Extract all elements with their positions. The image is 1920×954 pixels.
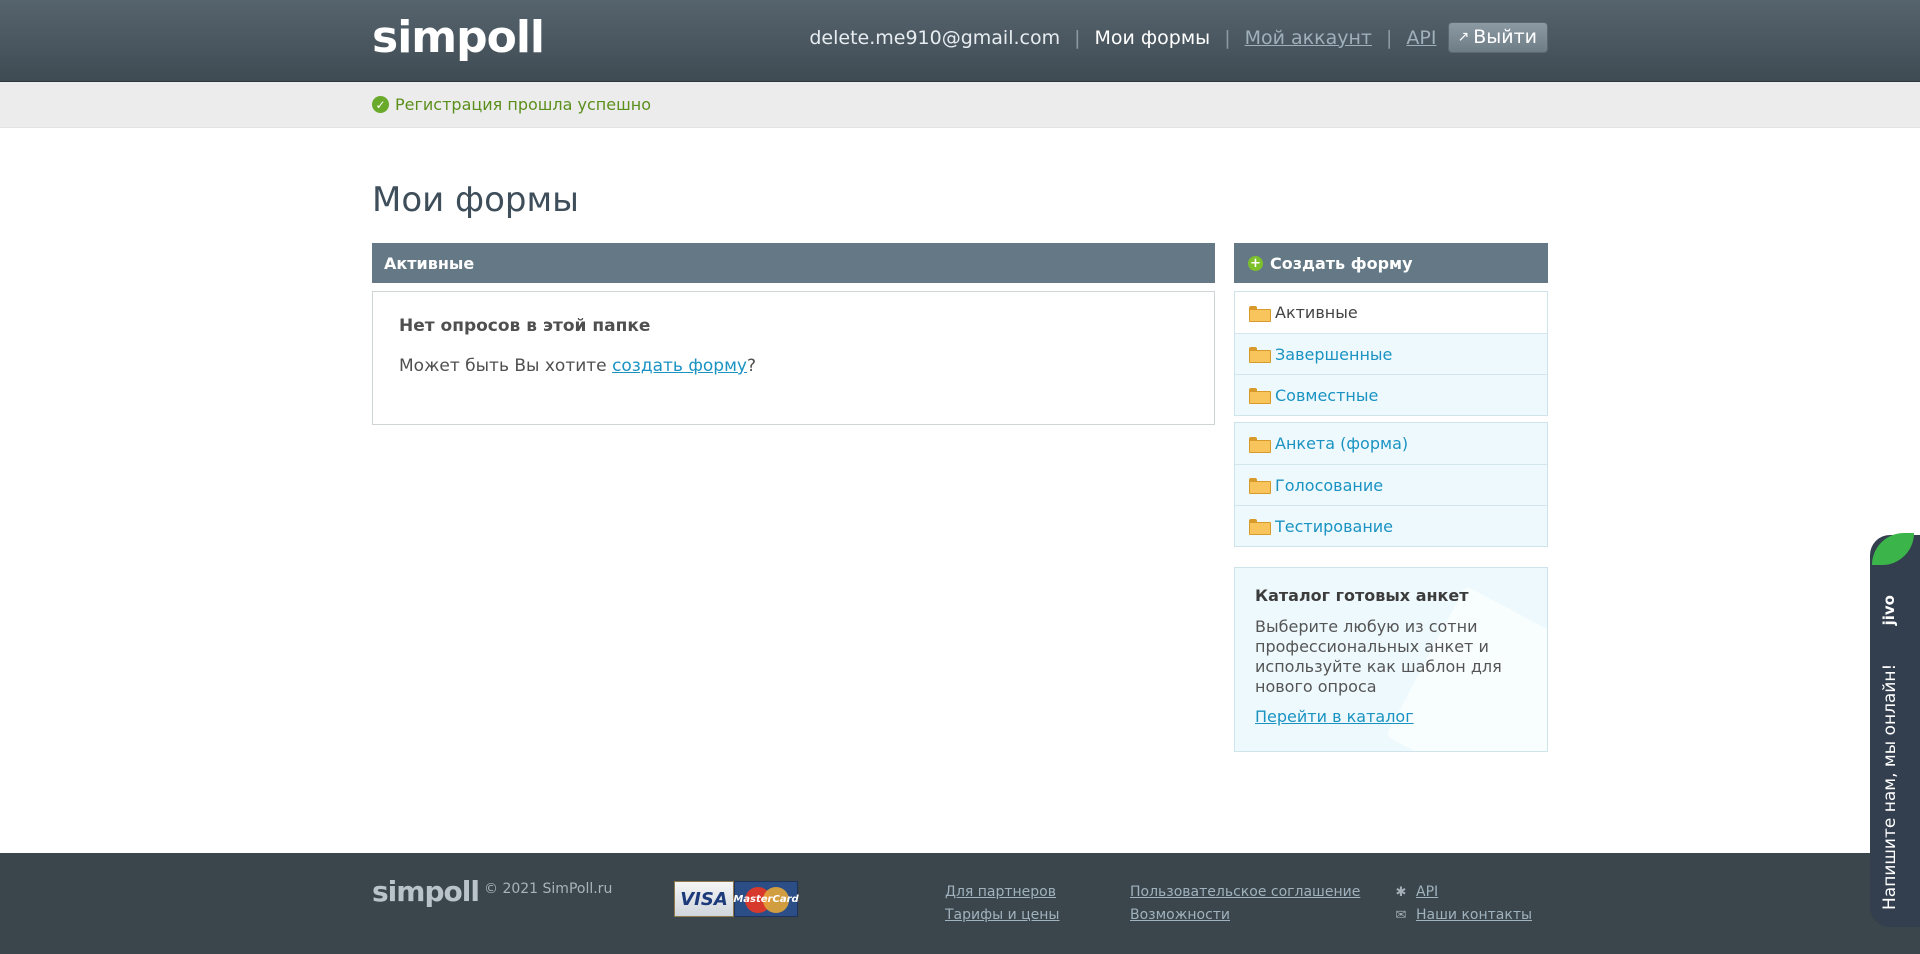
- footer-link-terms[interactable]: Пользовательское соглашение: [1130, 881, 1360, 904]
- footer-links-3: ✱ API ✉ Наши контакты: [1392, 881, 1533, 927]
- success-notice: ✓ Регистрация прошла успешно: [0, 82, 1920, 128]
- nav-separator: |: [1385, 26, 1393, 49]
- empty-text-prefix: Может быть Вы хотите: [399, 356, 613, 376]
- folder-icon: [1249, 305, 1271, 322]
- folder-icon: [1249, 347, 1271, 363]
- logout-label: Выйти: [1473, 26, 1537, 48]
- folder-questionnaire[interactable]: Анкета (форма): [1235, 423, 1547, 464]
- sidebar: + Создать форму Активные Завершенные Сов…: [1234, 243, 1548, 752]
- folder-voting[interactable]: Голосование: [1235, 464, 1547, 505]
- nav-my-forms[interactable]: Мои формы: [1095, 27, 1211, 49]
- catalog-box: Каталог готовых анкет Выберите любую из …: [1234, 567, 1548, 752]
- chat-widget[interactable]: jivo Напишите нам, мы онлайн!: [1870, 533, 1920, 927]
- nav-separator: |: [1074, 26, 1081, 49]
- footer-logo-text: simpoll: [372, 875, 480, 908]
- checkmark-icon: ✓: [372, 96, 389, 113]
- leaf-icon: [1872, 533, 1914, 565]
- nav-api[interactable]: API: [1406, 27, 1436, 49]
- folder-label: Завершенные: [1275, 344, 1393, 364]
- folder-label: Голосование: [1275, 475, 1384, 495]
- footer: simpoll © 2021 SimPoll.ru VISA MasterCar…: [0, 853, 1920, 954]
- plus-icon: +: [1248, 255, 1263, 271]
- folder-label: Анкета (форма): [1275, 434, 1409, 453]
- envelope-icon: ✉: [1395, 908, 1407, 923]
- simpoll-logo[interactable]: simpoll: [372, 12, 545, 63]
- footer-links-1: Для партнеров Тарифы и цены: [945, 881, 1060, 927]
- mastercard-text: MasterCard: [733, 893, 799, 905]
- gear-icon: ✱: [1395, 885, 1407, 900]
- footer-link-features[interactable]: Возможности: [1130, 904, 1360, 927]
- folder-shared[interactable]: Совместные: [1235, 374, 1547, 415]
- logout-button[interactable]: ↗ Выйти: [1448, 22, 1548, 53]
- top-header: simpoll delete.me910@gmail.com | Мои фор…: [0, 0, 1920, 82]
- page-title: Мои формы: [372, 180, 579, 220]
- folder-label: Активные: [1275, 303, 1358, 322]
- notice-message: Регистрация прошла успешно: [395, 95, 651, 114]
- chat-brand: jivo: [1880, 595, 1898, 626]
- panel-header: Активные: [372, 243, 1215, 283]
- top-nav: delete.me910@gmail.com | Мои формы | Мой…: [809, 22, 1548, 53]
- empty-state: Нет опросов в этой папке Может быть Вы х…: [372, 291, 1215, 425]
- forms-panel: Активные Нет опросов в этой папке Может …: [372, 243, 1215, 425]
- catalog-title: Каталог готовых анкет: [1255, 586, 1469, 605]
- payment-cards: VISA MasterCard: [674, 881, 799, 917]
- folder-label: Тестирование: [1275, 516, 1394, 536]
- folder-active[interactable]: Активные: [1235, 292, 1547, 333]
- folder-icon: [1249, 478, 1271, 494]
- folder-icon: [1249, 519, 1271, 535]
- folder-completed[interactable]: Завершенные: [1235, 333, 1547, 374]
- catalog-link[interactable]: Перейти в каталог: [1255, 707, 1414, 726]
- footer-link-contacts[interactable]: Наши контакты: [1416, 904, 1532, 927]
- external-link-icon: ↗: [1457, 29, 1470, 45]
- copyright: © 2021 SimPoll.ru: [484, 881, 613, 897]
- chat-cta: Напишите нам, мы онлайн!: [1880, 663, 1900, 910]
- type-folders: Анкета (форма) Голосование Тестирование: [1234, 422, 1548, 547]
- mastercard-logo: MasterCard: [733, 881, 799, 917]
- visa-logo: VISA: [674, 881, 734, 917]
- catalog-text: Выберите любую из сотни профессиональных…: [1255, 617, 1502, 696]
- footer-link-api[interactable]: API: [1416, 881, 1438, 904]
- nav-separator: |: [1224, 26, 1231, 49]
- folder-label: Совместные: [1275, 385, 1379, 405]
- footer-links-2: Пользовательское соглашение Возможности: [1130, 881, 1360, 927]
- visa-text: VISA: [680, 888, 728, 910]
- create-form-link[interactable]: создать форму: [612, 356, 747, 376]
- empty-text: Может быть Вы хотите создать форму?: [399, 356, 1188, 376]
- status-folders: Активные Завершенные Совместные: [1234, 291, 1548, 416]
- create-form-label: Создать форму: [1270, 253, 1413, 273]
- logo-text: simpoll: [372, 12, 545, 63]
- nav-my-account[interactable]: Мой аккаунт: [1245, 27, 1372, 49]
- footer-link-pricing[interactable]: Тарифы и цены: [945, 904, 1060, 927]
- empty-title: Нет опросов в этой папке: [399, 316, 651, 336]
- create-form-button[interactable]: + Создать форму: [1234, 243, 1548, 283]
- folder-icon: [1249, 388, 1271, 404]
- folder-testing[interactable]: Тестирование: [1235, 505, 1547, 546]
- footer-link-partners[interactable]: Для партнеров: [945, 881, 1060, 904]
- folder-icon: [1249, 436, 1271, 453]
- user-email: delete.me910@gmail.com: [809, 26, 1061, 49]
- footer-logo[interactable]: simpoll: [372, 875, 480, 908]
- empty-text-suffix: ?: [746, 356, 756, 376]
